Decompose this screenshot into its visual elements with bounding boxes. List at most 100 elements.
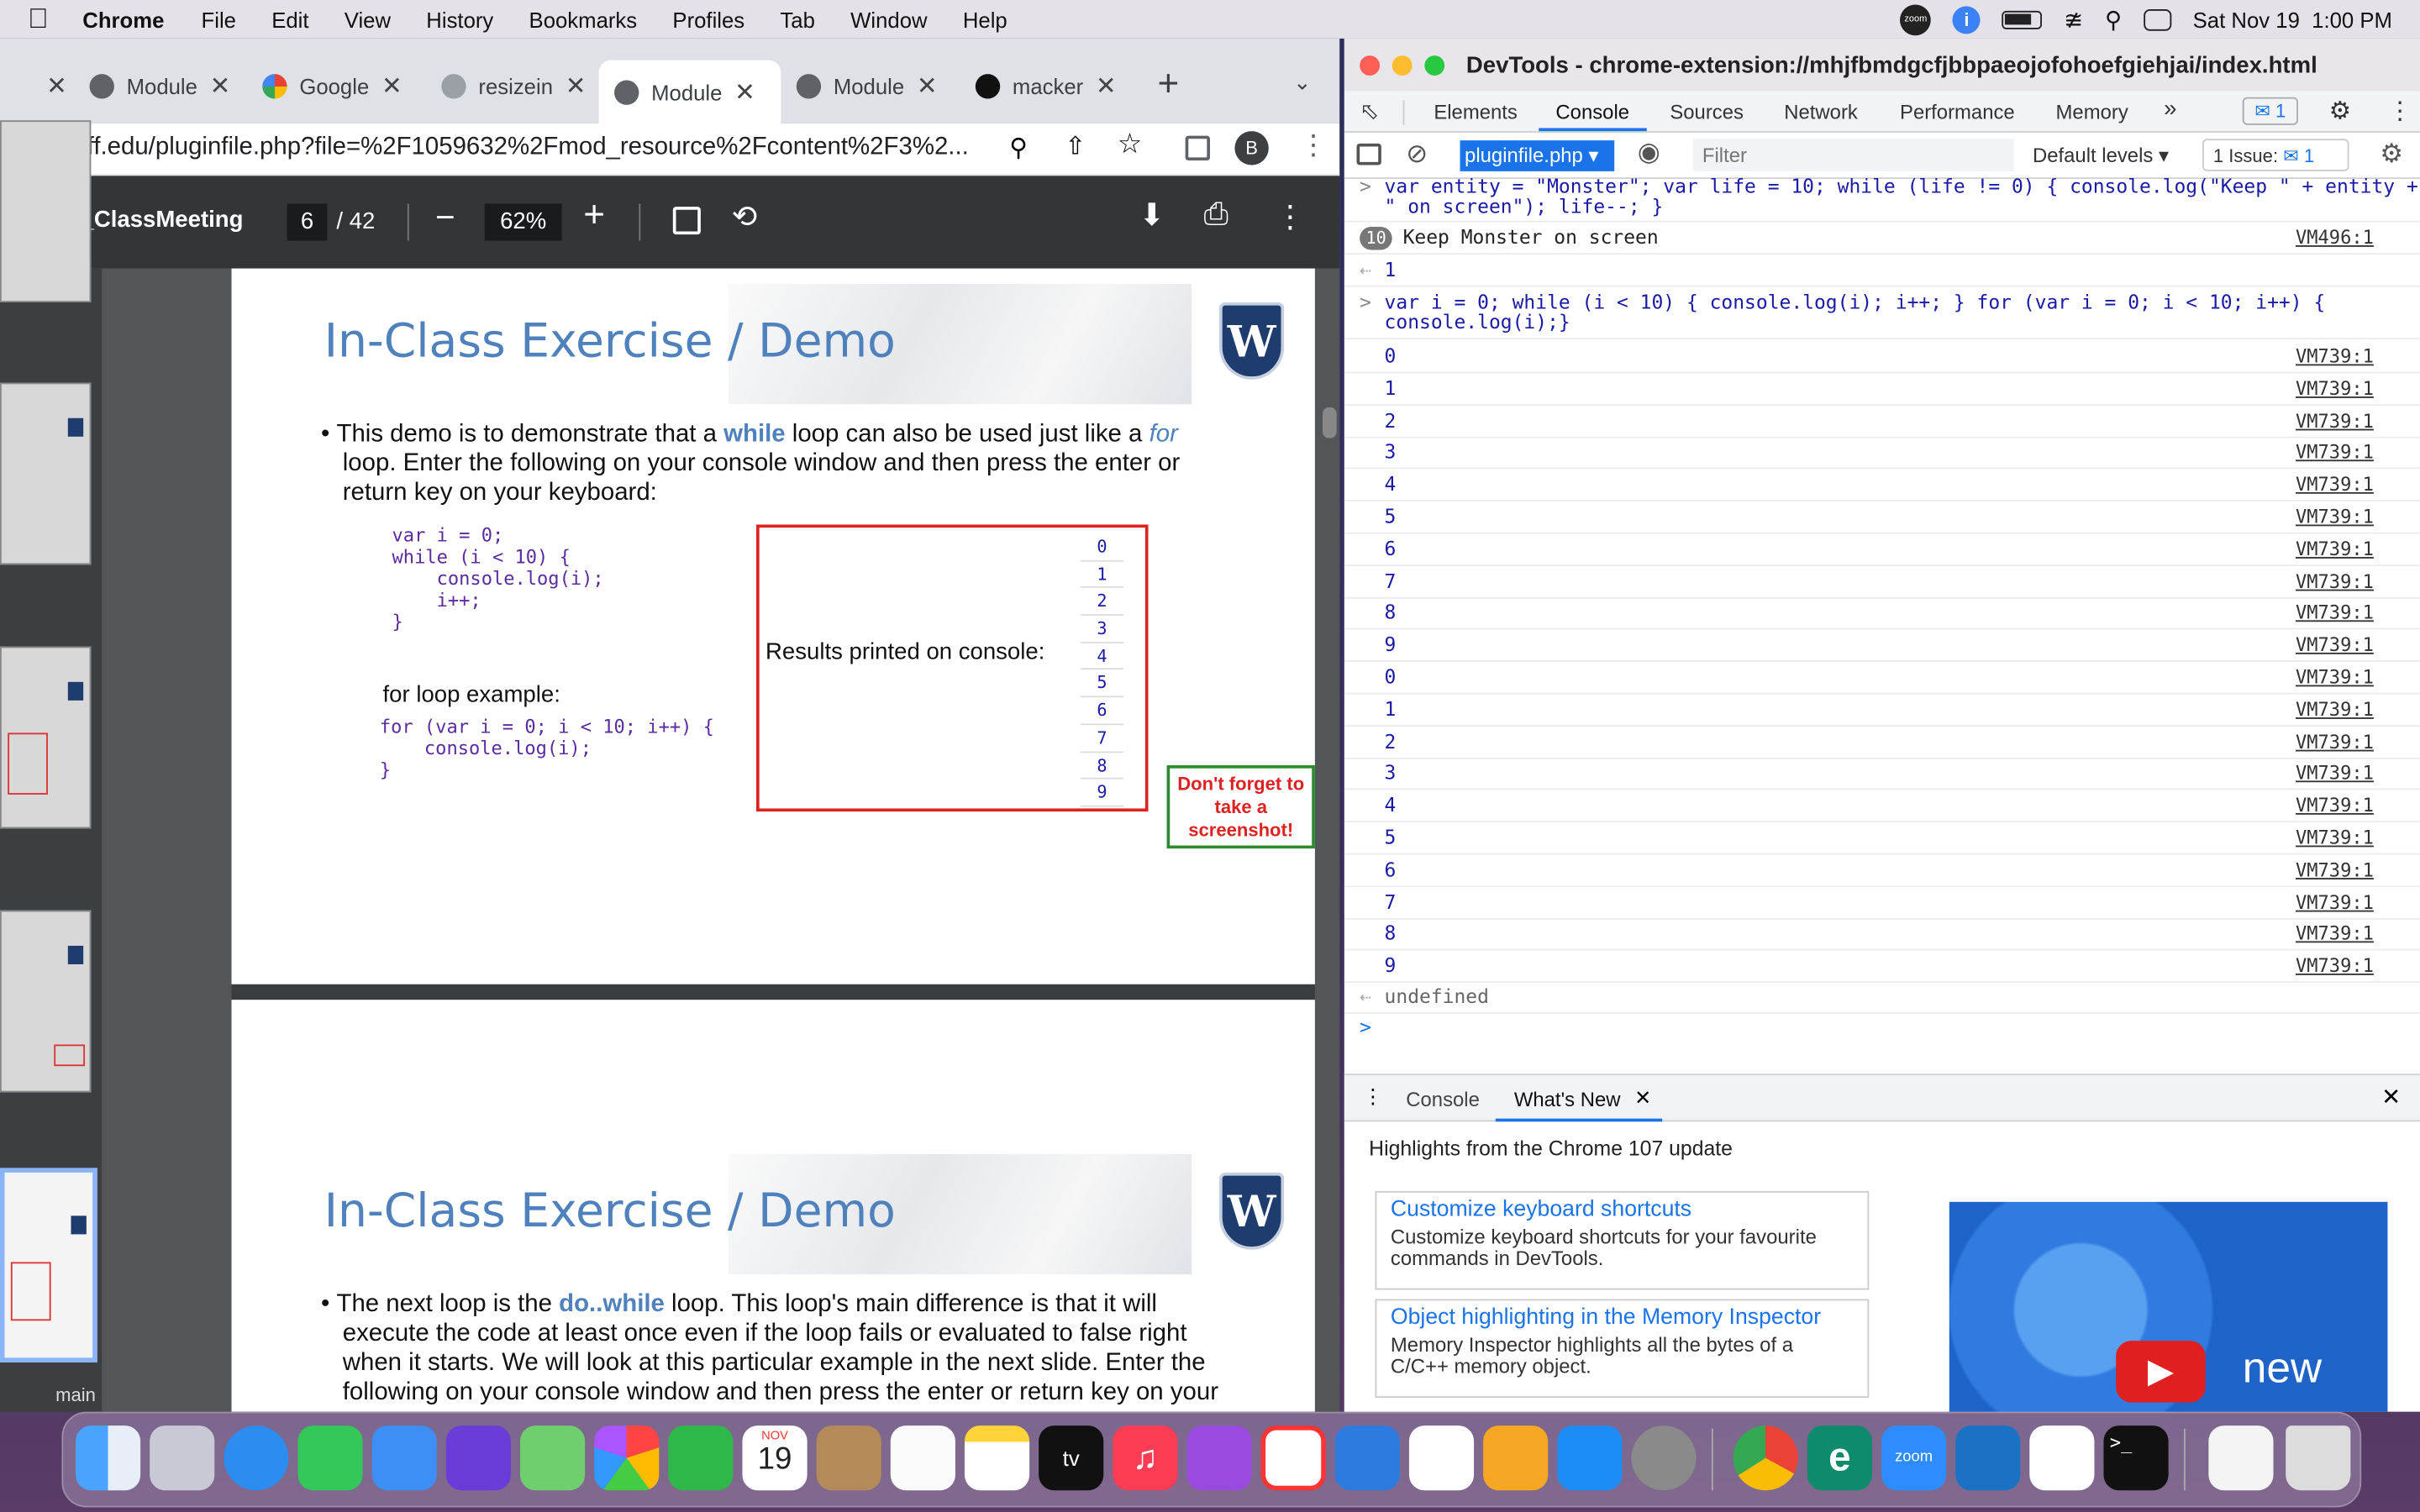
- apple-tv-icon[interactable]: tv: [1039, 1425, 1104, 1491]
- share-icon[interactable]: ⇧: [1065, 131, 1086, 162]
- zoom-out-button[interactable]: −: [435, 197, 455, 238]
- terminal-icon[interactable]: >_: [2103, 1425, 2169, 1491]
- menubar-clock[interactable]: Sat Nov 19 1:00 PM: [2193, 7, 2392, 31]
- facetime-icon[interactable]: [668, 1425, 734, 1491]
- imovie-icon[interactable]: [445, 1425, 511, 1491]
- profile-avatar[interactable]: B: [1234, 131, 1269, 165]
- more-options-icon[interactable]: ⋮: [1275, 197, 1306, 236]
- edge-icon[interactable]: e: [1807, 1425, 1872, 1491]
- close-tab-icon[interactable]: ✕: [734, 76, 755, 108]
- tab-sources[interactable]: Sources: [1670, 100, 1744, 123]
- close-tab-icon[interactable]: ✕: [381, 71, 402, 102]
- apple-icon[interactable]: : [28, 3, 49, 36]
- live-expression-eye-icon[interactable]: ◉: [1638, 137, 1660, 168]
- log-source-link[interactable]: VM739:1: [2296, 341, 2374, 372]
- log-source-link[interactable]: VM739:1: [2296, 630, 2374, 661]
- close-tab-icon[interactable]: ✕: [1634, 1086, 1651, 1110]
- photos-icon[interactable]: [594, 1425, 660, 1491]
- context-selector[interactable]: pluginfile.php ▾: [1460, 140, 1615, 171]
- zoom-window-button[interactable]: [1424, 55, 1445, 76]
- close-tab-icon[interactable]: ✕: [210, 71, 231, 102]
- browser-tab[interactable]: Module ✕: [74, 60, 247, 113]
- zoom-magnifier-icon[interactable]: ⚲: [1009, 133, 1028, 164]
- log-source-link[interactable]: VM739:1: [2296, 854, 2374, 885]
- spotlight-search-icon[interactable]: ⚲: [2105, 5, 2122, 33]
- log-source-link[interactable]: VM739:1: [2296, 726, 2374, 757]
- menu-view[interactable]: View: [345, 7, 391, 31]
- new-tab-button[interactable]: +: [1158, 63, 1180, 106]
- close-tab-icon[interactable]: ✕: [1096, 71, 1117, 102]
- address-bar[interactable]: .westcliff.edu/pluginfile.php?file=%2F10…: [0, 123, 1340, 176]
- log-source-link[interactable]: VM739:1: [2296, 598, 2374, 629]
- scrollbar-thumb[interactable]: [1323, 407, 1337, 438]
- feature-card[interactable]: Object highlighting in the Memory Inspec…: [1375, 1299, 1870, 1399]
- page-thumbnail[interactable]: [0, 910, 92, 1093]
- finder-icon[interactable]: [76, 1425, 141, 1491]
- settings-gear-icon[interactable]: ⚙: [2329, 96, 2351, 127]
- contacts-icon[interactable]: [816, 1425, 881, 1491]
- console-prompt[interactable]: >: [1360, 1016, 1371, 1039]
- menu-file[interactable]: File: [202, 7, 236, 31]
- url-text[interactable]: .westcliff.edu/pluginfile.php?file=%2F10…: [6, 134, 968, 162]
- thumbnail-sidebar[interactable]: [0, 120, 103, 1412]
- zoom-level-input[interactable]: 62%: [484, 203, 562, 241]
- wifi-icon[interactable]: ≇: [2064, 5, 2083, 33]
- log-source-link[interactable]: VM739:1: [2296, 470, 2374, 501]
- pdf-viewer[interactable]: W In-Class Exercise / Demo • This demo i…: [0, 120, 1340, 1412]
- podcasts-icon[interactable]: [1186, 1425, 1252, 1491]
- chrome-icon[interactable]: [1733, 1425, 1798, 1491]
- menu-app-name[interactable]: Chrome: [82, 7, 164, 31]
- issues-button[interactable]: 1 Issue: ✉ 1: [2202, 139, 2349, 171]
- feature-card-title[interactable]: Customize keyboard shortcuts: [1391, 1199, 1854, 1221]
- notes-icon[interactable]: [964, 1425, 1030, 1491]
- print-icon[interactable]: ⎙: [1204, 197, 1228, 233]
- feature-card[interactable]: Customize keyboard shortcuts Customize k…: [1375, 1190, 1870, 1290]
- download-icon[interactable]: ⬇: [1139, 196, 1165, 234]
- browser-tab[interactable]: resizein ✕: [426, 60, 599, 113]
- log-source-link[interactable]: VM739:1: [2296, 662, 2374, 693]
- messages-icon[interactable]: [297, 1425, 363, 1491]
- vscode-icon[interactable]: [1955, 1425, 2021, 1491]
- close-window-button[interactable]: [1360, 55, 1381, 76]
- play-button-icon[interactable]: ▶: [2116, 1341, 2206, 1403]
- menu-history[interactable]: History: [426, 7, 493, 31]
- menu-edit[interactable]: Edit: [271, 7, 308, 31]
- pages-icon[interactable]: [1483, 1425, 1549, 1491]
- system-preferences-icon[interactable]: [1631, 1425, 1697, 1491]
- tab-search-chevron-icon[interactable]: ⌄: [1293, 70, 1312, 96]
- browser-tab-active[interactable]: Module ✕: [598, 60, 781, 123]
- page-number-input[interactable]: 6: [287, 203, 328, 241]
- log-source-link[interactable]: VM739:1: [2296, 886, 2374, 917]
- close-tab-icon[interactable]: ✕: [917, 71, 938, 102]
- minimize-window-button[interactable]: [1392, 55, 1413, 76]
- log-source-link[interactable]: VM739:1: [2296, 405, 2374, 436]
- feature-card-title[interactable]: Object highlighting in the Memory Inspec…: [1391, 1306, 1854, 1329]
- menu-window[interactable]: Window: [850, 7, 927, 31]
- menu-tab[interactable]: Tab: [780, 7, 814, 31]
- log-source-link[interactable]: VM739:1: [2296, 373, 2374, 404]
- tab-elements[interactable]: Elements: [1434, 100, 1518, 123]
- menu-bookmarks[interactable]: Bookmarks: [529, 7, 638, 31]
- slack-icon[interactable]: [2029, 1425, 2095, 1491]
- log-source-link[interactable]: VM739:1: [2296, 438, 2374, 469]
- close-tab-icon[interactable]: ✕: [566, 71, 587, 102]
- numbers-icon[interactable]: [1408, 1425, 1475, 1491]
- whats-new-video-thumbnail[interactable]: ▶ new: [1949, 1201, 2388, 1412]
- log-source-link[interactable]: VM739:1: [2296, 759, 2374, 790]
- rotate-icon[interactable]: ⟲: [732, 197, 758, 236]
- log-source-link[interactable]: VM496:1: [2296, 222, 2374, 253]
- launchpad-icon[interactable]: [150, 1425, 215, 1491]
- menu-help[interactable]: Help: [963, 7, 1007, 31]
- tab-console[interactable]: Console: [1555, 100, 1629, 123]
- more-tabs-chevron[interactable]: »: [2164, 96, 2176, 122]
- menu-profiles[interactable]: Profiles: [672, 7, 744, 31]
- browser-tab[interactable]: Module ✕: [781, 60, 954, 113]
- log-source-link[interactable]: VM739:1: [2296, 694, 2374, 725]
- log-source-link[interactable]: VM739:1: [2296, 501, 2374, 533]
- zoom-in-button[interactable]: +: [583, 194, 605, 237]
- music-icon[interactable]: ♫: [1113, 1425, 1178, 1491]
- control-center-icon[interactable]: [2143, 8, 2171, 30]
- page-thumbnail[interactable]: [0, 382, 92, 565]
- drawer-tab-console[interactable]: Console: [1406, 1088, 1480, 1111]
- filter-input[interactable]: Filter: [1692, 139, 2014, 171]
